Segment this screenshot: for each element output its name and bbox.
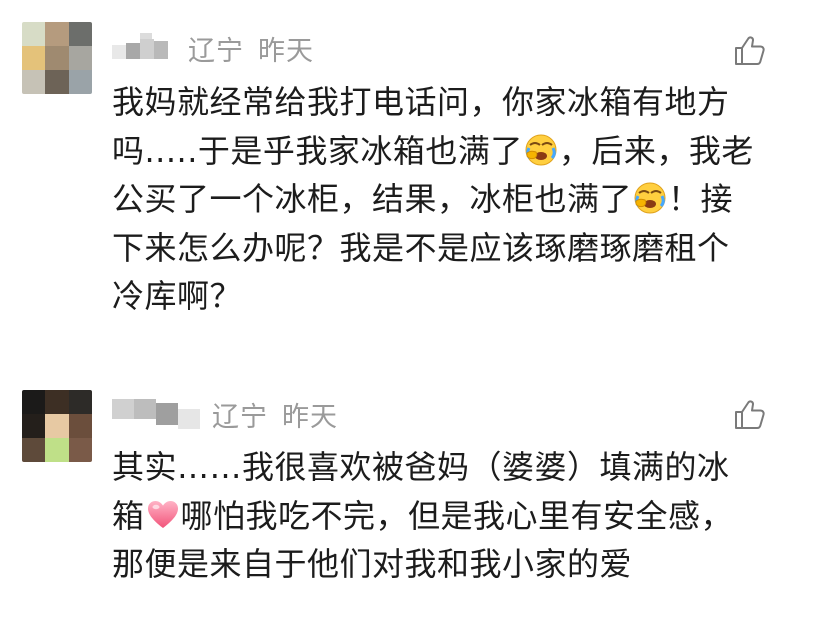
comment-line: 我妈就经常给我打电话问，你家冰箱有地方 xyxy=(112,78,782,127)
like-button[interactable] xyxy=(731,32,767,68)
comment-text: 冷库啊？ xyxy=(112,277,243,315)
avatar-pixel xyxy=(22,390,46,414)
comment-body: 其实……我很喜欢被爸妈（婆婆）填满的冰 箱哪怕我吃不完，但是我心里有安全感， 那… xyxy=(112,443,782,589)
comment-meta: 辽宁 昨天 xyxy=(112,394,338,434)
comment-text: ，后来，我老 xyxy=(558,131,754,170)
username-mosaic[interactable] xyxy=(112,33,176,63)
thumbs-up-icon xyxy=(735,400,765,429)
username-mosaic[interactable] xyxy=(112,399,200,429)
avatar-pixel xyxy=(22,414,46,438)
avatar-pixel xyxy=(45,46,69,70)
comment-line: 冷库啊？ xyxy=(112,272,782,321)
facepalm-cry-emoji xyxy=(633,181,667,215)
comment-text: 下来怎么办呢？我是不是应该琢磨琢磨租个 xyxy=(112,228,730,267)
thumbs-up-icon xyxy=(735,36,765,65)
avatar-pixel xyxy=(22,70,46,94)
comment-item: 辽宁 昨天 我妈就经常给我打电话问，你家冰箱有地方 吗.....于是乎我家冰箱也… xyxy=(0,0,821,360)
comment-text: ！接 xyxy=(668,180,734,218)
avatar-pixel xyxy=(68,438,92,462)
comment-location: 辽宁 xyxy=(212,401,268,433)
comment-item: 辽宁 昨天 其实……我很喜欢被爸妈（婆婆）填满的冰 箱哪怕我吃不完，但是我心里有… xyxy=(0,380,821,639)
comment-text: 那便是来自于他们对我和我小家的爱 xyxy=(112,545,633,583)
comment-body: 我妈就经常给我打电话问，你家冰箱有地方 吗.....于是乎我家冰箱也满了 ，后来，… xyxy=(112,78,782,321)
comment-line: 吗.....于是乎我家冰箱也满了 ，后来，我老 xyxy=(112,127,782,176)
comment-text: 公买了一个冰柜，结果，冰柜也满了 xyxy=(112,180,633,218)
comment-line: 那便是来自于他们对我和我小家的爱 xyxy=(112,540,782,589)
pink-heart-emoji xyxy=(146,498,180,532)
avatar[interactable] xyxy=(22,22,92,94)
avatar-pixel xyxy=(45,22,69,46)
avatar-pixel xyxy=(22,46,46,70)
facepalm-cry-emoji xyxy=(524,133,558,167)
comment-line: 下来怎么办呢？我是不是应该琢磨琢磨租个 xyxy=(112,224,782,273)
comment-line: 箱哪怕我吃不完，但是我心里有安全感， xyxy=(112,492,782,541)
comment-time: 昨天 xyxy=(282,401,338,433)
avatar-pixel xyxy=(68,70,92,94)
avatar-pixel xyxy=(22,22,46,46)
comment-line: 其实……我很喜欢被爸妈（婆婆）填满的冰 xyxy=(112,443,782,492)
avatar-pixel xyxy=(68,22,92,46)
comment-text: 我妈就经常给我打电话问，你家冰箱有地方 xyxy=(112,83,730,121)
comment-text: 其实……我很喜欢被爸妈（婆婆）填满的冰 xyxy=(112,448,730,486)
comment-location: 辽宁 xyxy=(188,35,244,67)
avatar-pixel xyxy=(68,414,92,438)
avatar-pixel xyxy=(68,390,92,414)
like-button[interactable] xyxy=(731,396,767,432)
avatar-pixel xyxy=(45,414,69,438)
avatar-pixel xyxy=(45,438,69,462)
comment-text: 箱 xyxy=(112,496,145,535)
avatar-pixel xyxy=(22,438,46,462)
comment-meta: 辽宁 昨天 xyxy=(112,28,314,68)
avatar-pixel xyxy=(45,70,69,94)
avatar-pixel xyxy=(45,390,69,414)
comment-text: 吗.....于是乎我家冰箱也满了 xyxy=(112,131,523,170)
comment-text: 哪怕我吃不完，但是我心里有安全感， xyxy=(180,496,734,535)
avatar[interactable] xyxy=(22,390,92,462)
comment-line: 公买了一个冰柜，结果，冰柜也满了 ！接 xyxy=(112,175,782,224)
comment-time: 昨天 xyxy=(258,35,314,67)
avatar-pixel xyxy=(68,46,92,70)
